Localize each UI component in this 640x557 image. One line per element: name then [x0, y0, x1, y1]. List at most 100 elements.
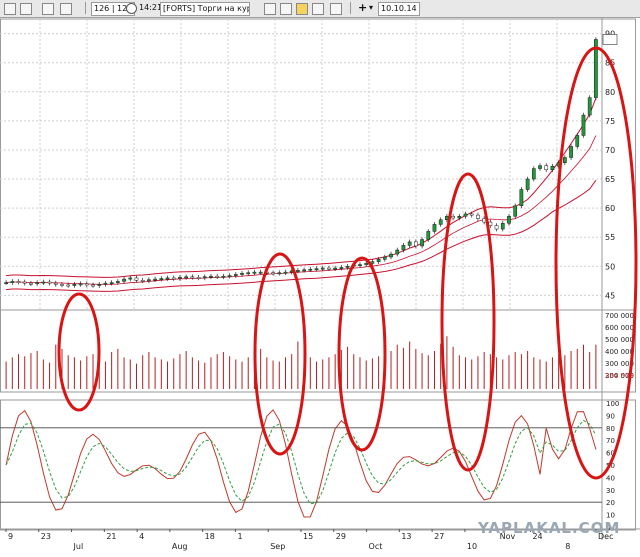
candle-body — [314, 268, 319, 271]
candle-body — [494, 225, 499, 230]
candle-body — [345, 266, 350, 268]
candle-body — [469, 213, 474, 216]
volume-tick-label: 300 000 — [605, 360, 634, 368]
candle-body — [4, 282, 8, 285]
candle-body — [500, 222, 505, 230]
time-tick-label: 23 — [41, 532, 51, 541]
plus-icon[interactable]: + — [358, 2, 367, 14]
price-tick-label: 55 — [605, 233, 615, 242]
price-tick-label: 50 — [605, 262, 615, 271]
candle-body — [308, 268, 313, 271]
bars-icon[interactable] — [42, 3, 54, 15]
dropdown-icon[interactable]: ▾ — [369, 2, 373, 14]
candle-body — [538, 165, 542, 169]
candle-body — [451, 216, 455, 219]
save-icon[interactable] — [312, 3, 324, 15]
candle-body — [438, 219, 443, 225]
candle-body — [171, 277, 176, 280]
candle-body — [525, 178, 530, 190]
volume-tick-label: 600 000 — [605, 324, 634, 332]
candle-body — [47, 281, 52, 284]
gear-icon[interactable] — [280, 3, 292, 15]
candle-body — [53, 282, 58, 285]
candle-body — [153, 278, 157, 281]
candle-body — [581, 114, 586, 136]
price-tick-label: 70 — [605, 146, 615, 155]
candle-body — [29, 282, 33, 285]
stoch-tick-label: 100 — [606, 400, 619, 408]
date-field[interactable]: 10.10.14 — [378, 2, 420, 16]
candle-body — [60, 284, 64, 286]
candle-body — [66, 284, 71, 287]
annotation-ellipse — [57, 292, 101, 412]
candle-body — [339, 267, 344, 269]
stoch-tick-label: 70 — [606, 437, 615, 445]
stoch-k-line — [5, 409, 597, 518]
candle-body — [202, 276, 207, 279]
candle-body — [333, 267, 337, 270]
price-tick-label: 65 — [605, 175, 615, 184]
candle-body — [72, 284, 77, 286]
candle-body — [10, 281, 15, 283]
candle-body — [320, 267, 325, 270]
candle-body — [432, 224, 437, 232]
candle-body — [488, 221, 493, 226]
candle-body — [221, 275, 226, 278]
watermark: YAPLAKAL.COM — [477, 519, 620, 537]
candle-body — [358, 264, 362, 266]
time-tick-label: 18 — [205, 532, 215, 541]
candle-body — [395, 249, 400, 255]
instrument-field[interactable]: [FORTS] Торги на курс доллар — [160, 2, 250, 16]
price-tick-label: 45 — [605, 291, 615, 300]
candle-body — [128, 277, 133, 280]
candle-body — [35, 282, 39, 285]
candle-body — [78, 283, 83, 286]
clock-icon — [126, 3, 137, 14]
candle-body — [227, 275, 232, 278]
price-tick-label: 75 — [605, 117, 615, 126]
candle-body — [389, 253, 393, 258]
table-icon[interactable] — [330, 3, 342, 15]
candle-body — [426, 231, 431, 240]
candle-body — [233, 274, 238, 276]
stoch-tick-label: 20 — [606, 499, 615, 507]
stoch-d-line — [5, 419, 597, 505]
candle-body — [215, 275, 220, 278]
annotation-ellipse — [440, 172, 496, 472]
candle-body — [140, 279, 145, 282]
candle-body — [16, 281, 21, 283]
candle-body — [327, 267, 331, 270]
time-tick-label: Sep — [270, 542, 285, 551]
price-tick-label: 80 — [605, 88, 615, 97]
candle-body — [414, 241, 418, 247]
candle-body — [457, 216, 462, 219]
time-tick-label: 13 — [401, 532, 411, 541]
toolbar-divider — [85, 2, 86, 14]
stoch-tick-label: 40 — [606, 474, 615, 482]
candle-body — [587, 97, 592, 116]
list-icon[interactable] — [20, 3, 32, 15]
candle-body — [109, 282, 114, 285]
candle-body — [22, 281, 27, 284]
cursor-icon[interactable] — [264, 3, 276, 15]
time-tick-label: Jul — [73, 542, 84, 551]
candle-body — [569, 146, 573, 158]
candle-body — [258, 271, 263, 274]
time-tick-label: 15 — [303, 532, 313, 541]
candle-body — [41, 281, 46, 284]
folder-icon[interactable] — [296, 3, 308, 15]
candle-body — [382, 256, 387, 260]
time-tick-label: 9 — [8, 532, 13, 541]
menu-icon[interactable] — [4, 3, 16, 15]
candle-body — [116, 281, 120, 283]
stoch-tick-label: 90 — [606, 412, 615, 420]
candle-body — [507, 216, 511, 224]
candle-body — [401, 245, 406, 251]
time-tick-label: Oct — [369, 542, 383, 551]
bollinger-middle-line — [6, 135, 597, 285]
stoch-tick-label: 30 — [606, 487, 615, 495]
window-icon[interactable] — [60, 3, 72, 15]
time-tick-label: 1 — [237, 532, 242, 541]
time-tick-label: 27 — [434, 532, 444, 541]
time-tick-label: Aug — [172, 542, 188, 551]
